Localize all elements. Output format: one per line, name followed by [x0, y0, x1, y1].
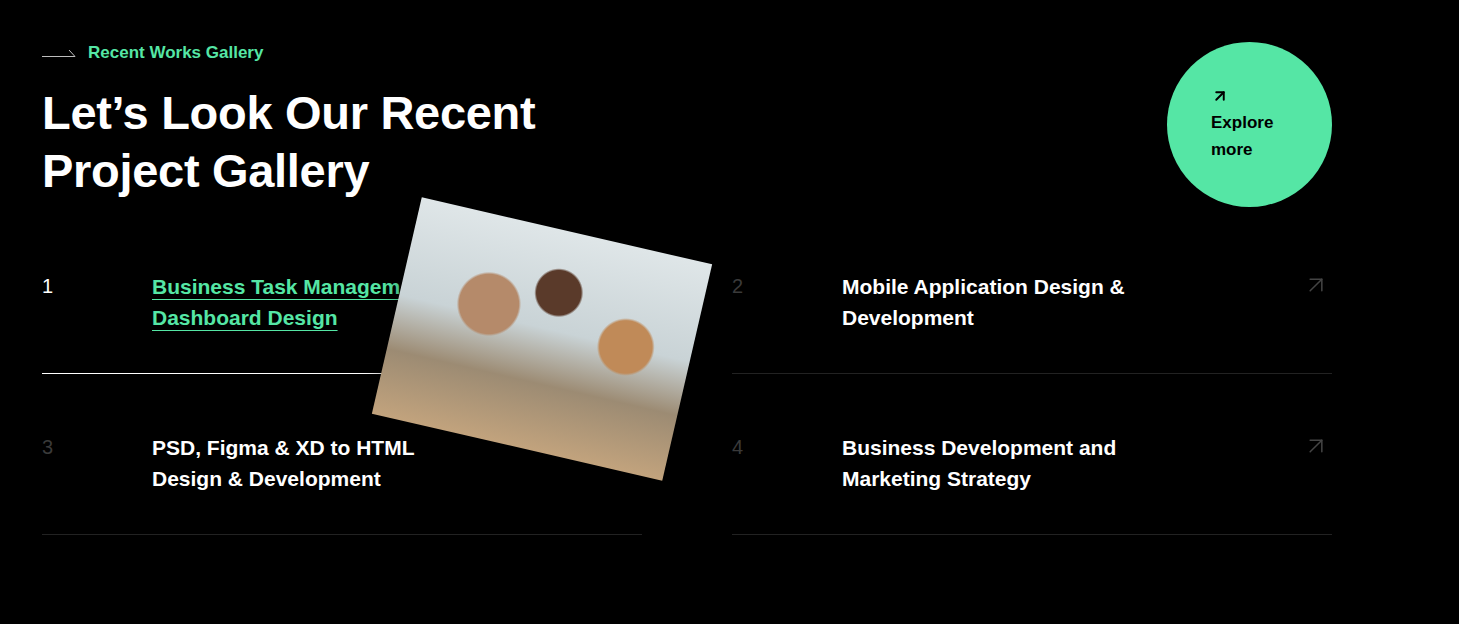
project-title[interactable]: Business Development andMarketing Strate…: [842, 432, 1302, 494]
project-number: 1: [42, 271, 152, 302]
header-text: Recent Works Gallery Let’s Look Our Recen…: [42, 42, 535, 200]
project-title-line: PSD, Figma & XD to HTML: [152, 432, 415, 463]
project-title-line: Development: [842, 302, 974, 333]
project-row[interactable]: 4Business Development andMarketing Strat…: [732, 374, 1332, 535]
project-title-line: Business Task Managem: [152, 271, 400, 302]
project-title[interactable]: Mobile Application Design &Development: [842, 271, 1302, 333]
section-header: Recent Works Gallery Let’s Look Our Recen…: [42, 42, 1332, 207]
heading-line: Let’s Look Our Recent: [42, 84, 535, 142]
project-title-line: Mobile Application Design &: [842, 271, 1125, 302]
section-heading: Let’s Look Our RecentProject Gallery: [42, 84, 535, 200]
project-title-line: Marketing Strategy: [842, 463, 1031, 494]
explore-more-label: Explore more: [1211, 109, 1295, 163]
project-title-line: Design & Development: [152, 463, 381, 494]
project-number: 3: [42, 432, 152, 463]
arrow-up-right-icon: [1211, 87, 1229, 105]
project-title-line: Dashboard Design: [152, 302, 338, 333]
arrow-up-right-icon: [1302, 432, 1330, 460]
eyebrow-text: Recent Works Gallery: [88, 42, 263, 63]
heading-line: Project Gallery: [42, 142, 535, 200]
project-preview-image: [372, 197, 712, 480]
explore-more-button[interactable]: Explore more: [1167, 42, 1332, 207]
project-title-line: Business Development and: [842, 432, 1116, 463]
project-number: 4: [732, 432, 842, 463]
project-list: 1Business Task ManagemDashboard Design2M…: [42, 213, 1459, 535]
project-number: 2: [732, 271, 842, 302]
arrow-up-right-icon: [1302, 271, 1330, 299]
eyebrow: Recent Works Gallery: [42, 42, 535, 63]
line-arrow-icon: [42, 49, 76, 57]
recent-works-section: Recent Works Gallery Let’s Look Our Recen…: [0, 0, 1459, 624]
project-row[interactable]: 2Mobile Application Design &Development: [732, 213, 1332, 374]
